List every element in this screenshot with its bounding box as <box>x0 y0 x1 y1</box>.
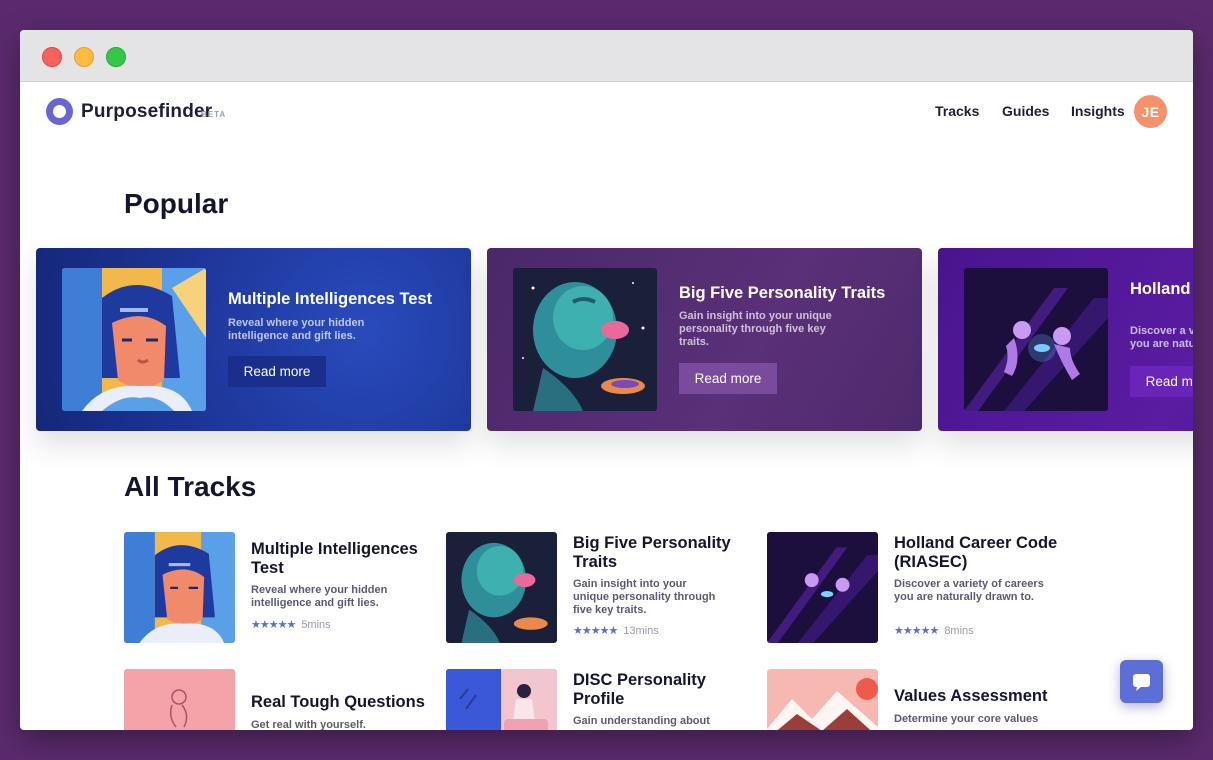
track-description: Determine your core values <box>894 713 1039 725</box>
track-title: Big Five Personality Traits <box>573 534 731 571</box>
track-title: Holland Career Code (RIASEC) <box>894 534 1058 571</box>
track-title: DISC Personality Profile <box>573 671 706 708</box>
track-meta: ★★★★★ 5mins <box>251 618 331 631</box>
window-titlebar <box>20 30 1193 82</box>
woman-on-couch-thumbnail <box>446 669 557 730</box>
astronauts-thumbnail <box>767 532 878 643</box>
popular-heading: Popular <box>124 188 229 219</box>
track-disc[interactable]: DISC Personality Profile Gain understand… <box>446 669 746 730</box>
track-description: Reveal where your hidden intelligence an… <box>251 584 388 609</box>
nav-link-tracks[interactable]: Tracks <box>935 103 979 119</box>
popular-card-title: Multiple Intelligences Test <box>228 290 433 308</box>
popular-card-description: Reveal where your hidden intelligence an… <box>228 317 365 342</box>
chat-widget-button[interactable] <box>1120 660 1163 703</box>
read-more-button[interactable]: Read more <box>228 356 326 387</box>
popular-card-big-five[interactable]: Big Five Personality Traits Gain insight… <box>487 248 922 431</box>
woman-portrait-thumbnail <box>124 532 235 643</box>
woman-portrait-illustration <box>62 268 206 411</box>
all-tracks-heading: All Tracks <box>124 471 257 502</box>
thinker-thumbnail <box>124 669 235 730</box>
rating-stars-icon: ★★★★★ <box>894 625 939 637</box>
popular-card-title: Big Five Personality Traits <box>679 284 886 302</box>
minimize-window-button[interactable] <box>74 47 94 67</box>
rating-stars-icon: ★★★★★ <box>251 619 296 631</box>
popular-card-multiple-intelligences[interactable]: Multiple Intelligences Test Reveal where… <box>36 248 471 431</box>
track-title: Real Tough Questions <box>251 693 425 711</box>
track-duration: 8mins <box>944 625 974 637</box>
track-real-tough-questions[interactable]: Real Tough Questions Get real with yours… <box>124 669 425 730</box>
track-description: Get real with yourself. <box>251 719 366 730</box>
zoom-window-button[interactable] <box>106 47 126 67</box>
face-in-space-illustration <box>513 268 657 411</box>
nav-link-guides[interactable]: Guides <box>1002 103 1049 119</box>
rating-stars-icon: ★★★★★ <box>573 625 618 637</box>
purposefinder-logo-icon[interactable] <box>46 98 73 125</box>
track-duration: 5mins <box>301 619 331 631</box>
astronauts-illustration <box>964 268 1108 411</box>
track-values-assessment[interactable]: Values Assessment Determine your core va… <box>767 669 1067 730</box>
track-holland[interactable]: Holland Career Code (RIASEC) Discover a … <box>767 532 1067 652</box>
popular-card-description: Discover a variety of careers you are na… <box>1130 325 1193 350</box>
read-more-button[interactable]: Read more <box>1130 366 1193 397</box>
chat-bubble-icon <box>1133 674 1150 691</box>
nav-link-insights[interactable]: Insights <box>1071 103 1125 119</box>
popular-card-description: Gain insight into your unique personalit… <box>679 310 832 348</box>
user-avatar[interactable]: JE <box>1134 95 1167 128</box>
track-description: Gain insight into your unique personalit… <box>573 578 716 616</box>
track-duration: 13mins <box>623 625 659 637</box>
track-multiple-intelligences[interactable]: Multiple Intelligences Test Reveal where… <box>124 532 424 652</box>
top-nav: Purposefinder BETA Tracks Guides Insight… <box>20 82 1193 142</box>
popular-card-title: Holland Career Code (RIASEC) <box>1130 280 1193 298</box>
beta-badge: BETA <box>201 110 227 119</box>
track-meta: ★★★★★ 13mins <box>573 624 659 637</box>
track-big-five[interactable]: Big Five Personality Traits Gain insight… <box>446 532 746 652</box>
track-description: Gain understanding about <box>573 715 710 727</box>
track-title: Multiple Intelligences Test <box>251 540 418 577</box>
mountain-sunset-thumbnail <box>767 669 878 730</box>
browser-window: Purposefinder BETA Tracks Guides Insight… <box>20 30 1193 730</box>
track-description: Discover a variety of careers you are na… <box>894 578 1044 603</box>
popular-card-holland[interactable]: Holland Career Code (RIASEC) Discover a … <box>938 248 1193 431</box>
read-more-button[interactable]: Read more <box>679 363 777 394</box>
track-title: Values Assessment <box>894 687 1048 705</box>
close-window-button[interactable] <box>42 47 62 67</box>
page-content: Purposefinder BETA Tracks Guides Insight… <box>20 82 1193 730</box>
face-in-space-thumbnail <box>446 532 557 643</box>
brand-name[interactable]: Purposefinder <box>81 101 212 123</box>
track-meta: ★★★★★ 8mins <box>894 624 974 637</box>
